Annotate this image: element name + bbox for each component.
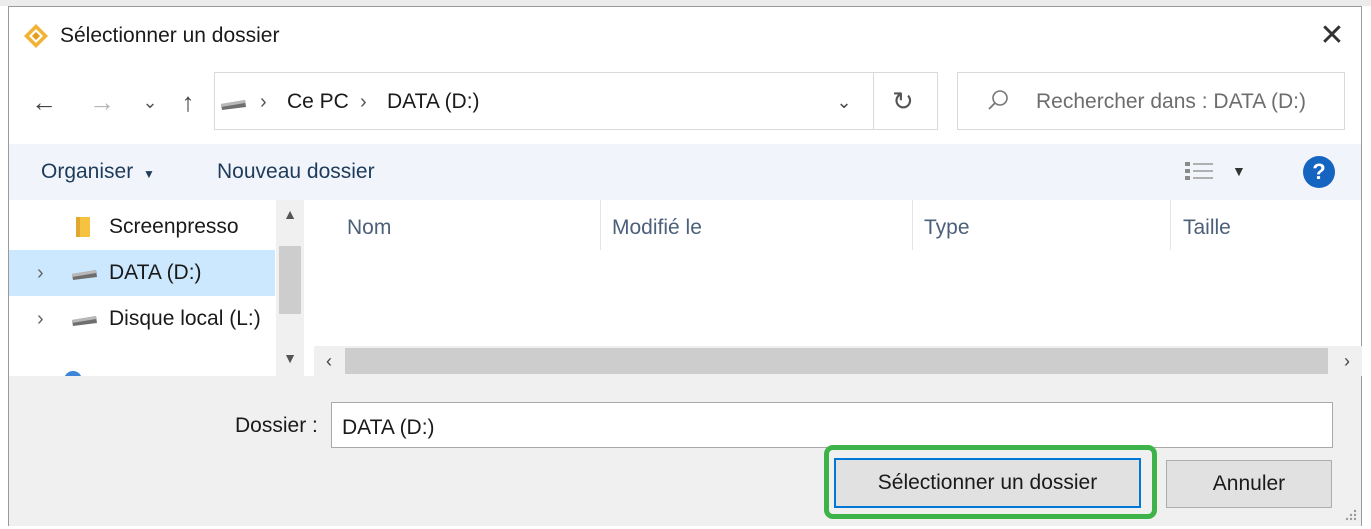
breadcrumb-separator-icon: › — [260, 91, 267, 113]
help-icon[interactable]: ? — [1303, 156, 1335, 188]
footer-panel — [9, 376, 1361, 526]
address-dropdown-icon[interactable]: ⌄ — [830, 90, 858, 114]
scroll-up-arrow-icon[interactable]: ▲ — [276, 206, 304, 222]
organize-menu[interactable]: Organiser ▼ — [41, 158, 155, 188]
drive-icon — [72, 316, 97, 326]
column-header-type[interactable]: Type — [924, 214, 970, 242]
drive-icon — [221, 100, 246, 110]
navigation-pane: Screenpresso › DATA (D:) › Disque local … — [9, 200, 275, 376]
view-options-icon[interactable] — [1184, 160, 1214, 182]
network-icon — [64, 371, 82, 376]
scroll-right-arrow-icon[interactable]: › — [1332, 346, 1362, 376]
command-bar — [9, 144, 1361, 200]
nav-item-label: Disque local (L:) — [109, 307, 261, 330]
expand-chevron-icon[interactable]: › — [37, 260, 44, 286]
organize-label: Organiser — [41, 160, 134, 183]
column-header-size[interactable]: Taille — [1183, 214, 1231, 242]
up-arrow-icon[interactable]: ↑ — [172, 84, 204, 120]
dropdown-caret-icon: ▼ — [143, 167, 155, 181]
column-header-name[interactable]: Nom — [347, 214, 391, 242]
column-divider[interactable] — [912, 200, 913, 250]
dialog-title: Sélectionner un dossier — [60, 24, 280, 47]
column-header-modified[interactable]: Modifié le — [612, 214, 702, 242]
new-folder-button[interactable]: Nouveau dossier — [217, 158, 375, 186]
content-scroll-thumb[interactable] — [345, 348, 1328, 374]
search-placeholder[interactable]: Rechercher dans : DATA (D:) — [1036, 88, 1306, 116]
breadcrumb-data-drive[interactable]: DATA (D:) — [387, 88, 480, 116]
breadcrumb-this-pc[interactable]: Ce PC — [287, 88, 349, 116]
back-arrow-icon[interactable]: ← — [28, 84, 60, 120]
close-icon[interactable]: ✕ — [1316, 20, 1348, 52]
view-dropdown-caret-icon[interactable]: ▼ — [1232, 160, 1246, 182]
select-folder-button[interactable]: Sélectionner un dossier — [834, 458, 1141, 508]
column-divider[interactable] — [600, 200, 601, 250]
nav-item-data-drive[interactable]: › DATA (D:) — [9, 250, 275, 296]
cancel-button[interactable]: Annuler — [1166, 460, 1332, 508]
nav-item-label: DATA (D:) — [109, 261, 202, 284]
app-logo-icon — [24, 24, 48, 48]
folder-icon — [76, 217, 90, 237]
folder-label: Dossier : — [235, 414, 318, 437]
resize-grip-icon[interactable] — [1342, 508, 1358, 524]
recent-locations-chevron-icon[interactable]: ⌄ — [138, 84, 162, 120]
nav-item-local-disk[interactable]: › Disque local (L:) — [9, 296, 275, 342]
forward-arrow-icon[interactable]: → — [86, 84, 118, 120]
folder-name-input[interactable] — [331, 402, 1333, 448]
scroll-down-arrow-icon[interactable]: ▼ — [276, 350, 304, 366]
scroll-left-arrow-icon[interactable]: ‹ — [314, 346, 344, 376]
breadcrumb-separator-icon: › — [360, 91, 367, 113]
nav-pane-scroll-thumb[interactable] — [279, 246, 301, 314]
nav-item-screenpresso[interactable]: Screenpresso — [9, 204, 275, 250]
refresh-icon[interactable]: ↻ — [892, 86, 914, 116]
nav-item-label: Screenpresso — [109, 215, 239, 238]
search-icon — [988, 90, 1008, 110]
expand-chevron-icon[interactable]: › — [37, 306, 44, 332]
drive-icon — [72, 270, 97, 280]
column-divider[interactable] — [1170, 200, 1171, 250]
